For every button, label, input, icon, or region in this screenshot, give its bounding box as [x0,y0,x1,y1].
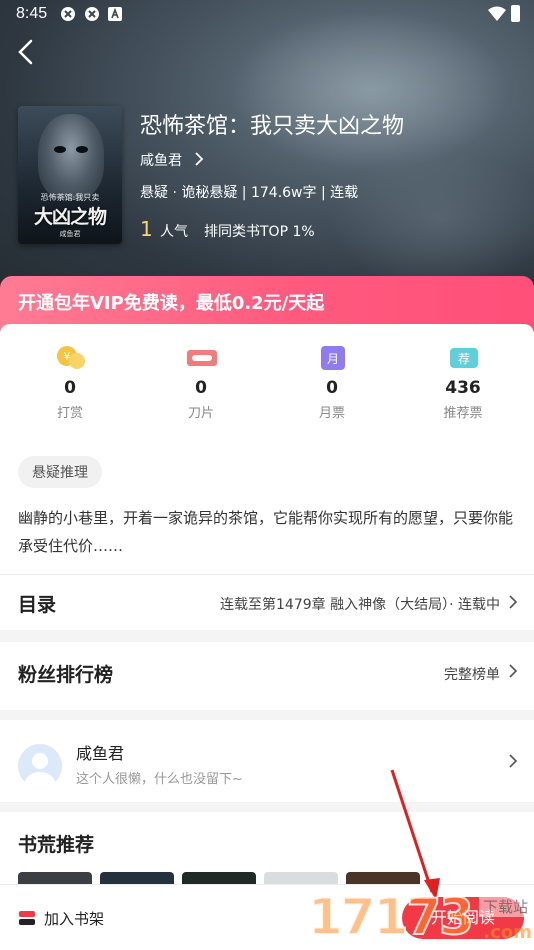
status-time: 8:45 [16,5,48,22]
status-bar: 8:45 [0,0,534,28]
add-to-shelf-button[interactable]: 加入书架 [44,908,104,929]
book-description[interactable]: 幽静的小巷里，开着一家诡异的茶馆，它能帮你实现所有的愿望，只要你能承受住代价…… [18,504,518,560]
bottom-action-bar: 加入书架 开始阅读 [0,884,534,950]
stat-label: 打赏 [56,406,83,421]
cover-author: 咸鱼君 [59,230,81,238]
chevron-right-icon[interactable] [194,152,204,166]
stat-monthly-ticket[interactable]: 月 0 月票 [282,344,382,421]
chevron-right-icon [509,664,518,678]
svg-text:荐: 荐 [458,352,470,366]
avatar-body [25,772,55,788]
popularity-label: 人气 [160,224,188,240]
svg-text:¥: ¥ [64,350,71,363]
stat-label: 月票 [318,406,345,421]
avatar-head [32,753,48,769]
background-blur [330,150,534,290]
stat-value: 0 [195,378,207,398]
stat-value: 436 [445,378,481,398]
author-card[interactable]: 咸鱼君 这个人很懒，什么也没留下~ [0,720,534,802]
fan-ranking-row[interactable]: 粉丝排行榜 完整榜单 [0,642,534,710]
stat-value: 0 [326,378,338,398]
genre-tag[interactable]: 悬疑推理 [18,456,102,488]
intro-section: 悬疑推理 幽静的小巷里，开着一家诡异的茶馆，它能帮你实现所有的愿望，只要你能承受… [0,436,534,574]
svg-text:月: 月 [327,352,339,366]
monthly-ticket-icon: 月 [317,344,347,370]
app-notification-icon [108,7,122,21]
avatar [18,744,62,788]
book-header: 8:45 恐怖茶馆:我只卖 大凶之物 咸鱼君 恐怖茶馆：我只卖大凶之物 咸鱼君 … [0,0,534,300]
cover-illustration [54,146,66,153]
divider [0,574,534,575]
stat-recommend-ticket[interactable]: 荐 436 推荐票 [413,344,513,421]
start-reading-button[interactable]: 开始阅读 [402,897,524,939]
rank-text: 排同类书TOP 1% [204,224,315,240]
wifi-icon [488,6,506,21]
battery-icon [511,5,520,22]
book-cover[interactable]: 恐怖茶馆:我只卖 大凶之物 咸鱼君 [18,106,122,244]
cover-title: 大凶之物 [33,206,107,228]
app-notification-icon [85,7,99,21]
stat-value: 0 [64,378,76,398]
catalog-title: 目录 [18,594,57,616]
coin-icon: ¥ [55,344,85,370]
back-arrow-icon[interactable] [14,38,38,66]
full-ranking-link[interactable]: 完整榜单 [444,664,500,684]
app-notification-icon [61,7,75,21]
chevron-right-icon [509,595,518,609]
bookshelf-icon[interactable] [18,909,36,927]
vip-banner-text: 开通包年VIP免费读，最低0.2元/天起 [18,293,325,314]
cover-illustration [76,146,88,153]
stat-label: 刀片 [187,406,214,421]
catalog-status: 连载至第1479章 融入神像（大结局）· 连载中 [220,597,500,613]
stats-panel: ¥ 0 打赏 0 刀片 月 0 月票 荐 436 推荐票 [0,324,534,436]
stat-blade[interactable]: 0 刀片 [151,344,251,421]
author-name: 咸鱼君 [76,744,125,763]
book-title: 恐怖茶馆：我只卖大凶之物 [140,114,405,139]
stat-reward[interactable]: ¥ 0 打赏 [20,344,120,421]
author-bio: 这个人很懒，什么也没留下~ [76,772,243,787]
fan-ranking-title: 粉丝排行榜 [18,664,114,686]
blade-icon [186,344,217,370]
recommend-ticket-icon: 荐 [448,344,478,370]
recommend-title: 书荒推荐 [18,834,95,856]
author-link[interactable]: 咸鱼君 [140,150,182,170]
chevron-right-icon [509,754,518,768]
popularity-value: 1 [140,217,153,241]
cover-illustration [38,114,104,200]
stat-label: 推荐票 [443,406,483,421]
catalog-row[interactable]: 目录 连载至第1479章 融入神像（大结局）· 连载中 [0,574,534,630]
background-blur [230,10,510,170]
book-meta: 悬疑 · 诡秘悬疑 | 174.6w字 | 连载 [140,185,359,201]
